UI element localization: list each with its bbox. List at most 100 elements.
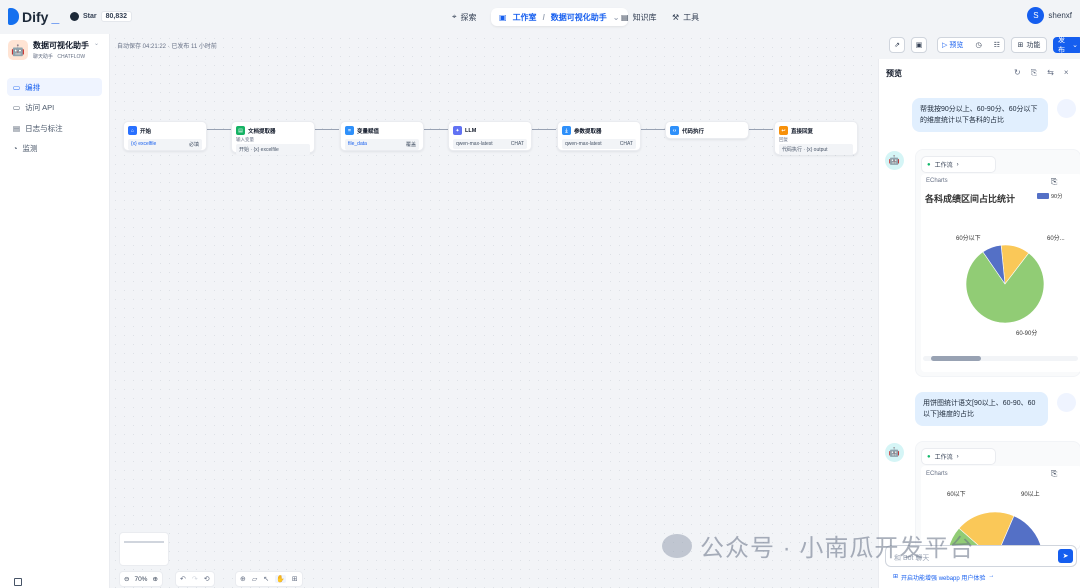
preview-actions: ↻ ⎘ ⇆ × [1014,68,1068,78]
workflow-canvas[interactable]: 自动保存 04:21:22 · 已发布 11 小时前 ⌂ 开始 {x} excel… [111,34,878,588]
workflow-label: 工作流 [934,163,953,169]
collapse-sidebar-icon[interactable] [14,578,22,586]
model-name: qwen-max-latest [565,141,602,147]
node-tag: 必填 [188,142,199,148]
terminal-icon: ▭ [13,102,21,112]
chevron-down-icon: ⌄ [612,12,620,22]
nav-tools[interactable]: ⚒ 工具 [672,8,699,26]
minimap[interactable] [119,532,169,566]
node-model: qwen-max-latest CHAT [453,139,527,149]
publish-label: 发布 [1058,37,1065,54]
sidebar-item-monitor[interactable]: ◔ 监测 [7,139,102,157]
close-icon[interactable]: × [1064,68,1069,78]
node-tag: 覆盖 [405,142,416,148]
sidebar-item-api[interactable]: ▭ 访问 API [7,98,102,116]
sidebar-item-logs[interactable]: ▤ 日志与标注 [7,119,102,137]
refresh-icon[interactable]: ↻ [1014,68,1021,78]
star-label: Star [83,13,97,20]
undo-icon[interactable]: ↶ [180,575,186,583]
checklist-icon[interactable]: ☷ [994,41,1000,49]
chevron-down-icon: ⌄ [1072,42,1078,49]
node-variable: {x} excelfile 必填 [128,139,202,150]
nav-studio[interactable]: ▣ 工作室 / 数据可视化助手 ⌄ [491,8,628,26]
user-menu[interactable]: S shenxf [1027,7,1072,24]
pie-label: 90以上 [1021,490,1040,498]
message-text: 用饼图统计语文[90以上、60-90、60以下]维度的占比 [923,400,1036,418]
chevron-down-icon: ⌄ [94,41,100,47]
pointer-icon[interactable]: ↖ [263,575,269,583]
gauge-icon: ◔ [13,143,18,153]
horizontal-scrollbar[interactable] [923,356,1078,361]
nav-knowledge-label: 知识库 [632,12,657,22]
node-sub: 输入变量 [236,137,254,142]
node-param-extractor[interactable]: ⤓ 参数提取器 qwen-max-latest CHAT [557,121,641,151]
assign-icon: = [345,126,354,135]
node-answer[interactable]: ↩ 直接回复 回复 代码执行 · {x} output [774,121,858,155]
copy-icon[interactable]: ⎘ [1051,177,1057,187]
node-title: 变量赋值 [357,128,380,135]
node-title: 开始 [140,128,152,135]
wechat-icon [662,533,692,558]
app-info[interactable]: 🤖 数据可视化助手 聊天助手 CHATFLOW ⌄ [8,40,99,60]
workflow-status[interactable]: ● 工作流 › [921,156,996,173]
edge [315,129,339,130]
features-button[interactable]: ⊞ 功能 [1011,37,1047,53]
bot-avatar-icon: 🤖 [885,151,904,170]
add-node-icon[interactable]: ⊕ [240,575,246,583]
canvas-tools: ⊕ ▱ ↖ ✋ ⊞ [235,571,303,587]
pie-label: 60分... [1047,234,1065,242]
hand-icon[interactable]: ✋ [275,575,286,583]
node-start[interactable]: ⌂ 开始 {x} excelfile 必填 [123,121,207,151]
bot-avatar-icon: 🤖 [885,443,904,462]
send-icon[interactable]: ➤ [1058,549,1073,563]
node-variable-name: 代码执行 · {x} output [782,147,828,153]
run-history-icon[interactable]: ◷ [975,41,981,49]
history-icon[interactable]: ⟲ [204,575,210,583]
zoom-level[interactable]: 70% [134,576,147,583]
watermark: 公众号 · 小南瓜开发平台 [662,528,974,563]
settings-icon[interactable]: ⇆ [1047,68,1054,78]
preview-button[interactable]: ▷ 预览 [942,40,963,50]
nav-explore[interactable]: ⌖ 探索 [452,8,477,26]
node-assigner[interactable]: = 变量赋值 file_data 覆盖 [340,121,424,151]
note-icon[interactable]: ▱ [252,575,257,583]
sidebar-item-label: 编排 [25,82,41,92]
zoom-in-icon[interactable]: ⊕ [152,575,157,583]
avatar: S [1027,7,1045,24]
zoom-out-icon[interactable]: ⊖ [124,575,129,583]
sidebar-item-orchestrate[interactable]: ▭ 编排 [7,78,102,96]
share-icon[interactable]: ⇗ [889,37,905,53]
node-title: 文档提取器 [248,128,276,135]
legend-swatch [1037,193,1049,199]
copy-icon[interactable]: ⎘ [1051,469,1057,479]
features-label: 功能 [1026,42,1041,49]
github-star[interactable]: Star 80,832 [70,11,133,22]
sidebar-item-label: 监测 [22,143,38,153]
layout-icon: ▭ [13,82,21,92]
workflow-label: 工作流 [934,455,953,461]
node-code[interactable]: ‹› 代码执行 [665,121,749,139]
brand-name: Dify [22,8,49,25]
nav-knowledge[interactable]: ▤ 知识库 [621,8,657,26]
logo-cursor: _ [51,8,60,25]
compass-icon: ⌖ [452,12,457,21]
pie-label: 60分以下 [956,234,981,242]
scrollbar-thumb[interactable] [931,356,981,361]
node-llm[interactable]: ✦ LLM qwen-max-latest CHAT [448,121,532,151]
monitor-icon[interactable]: ▣ [911,37,927,53]
feature-hint-link[interactable]: ⊞ 开启功能增强 webapp 用户体验 → [893,573,994,582]
organize-icon[interactable]: ⊞ [292,575,298,583]
preview-label: 预览 [949,42,964,49]
app-mode: CHATFLOW [57,54,86,60]
publish-button[interactable]: 发布 ⌄ [1053,37,1080,54]
variables-icon[interactable]: ⎘ [1031,68,1037,78]
nav-separator: / [542,12,545,22]
check-circle-icon: ● [927,161,931,168]
check-circle-icon: ● [927,453,931,460]
sidebar-item-label: 访问 API [25,102,55,112]
node-doc-extractor[interactable]: ▤ 文档提取器 输入变量 开始 · {x} excelfile [231,121,315,155]
node-sub: 回复 [779,137,788,142]
redo-icon[interactable]: ↷ [192,575,198,583]
workflow-status[interactable]: ● 工作流 › [921,448,996,465]
dify-logo[interactable]: Dify _ [8,8,59,25]
